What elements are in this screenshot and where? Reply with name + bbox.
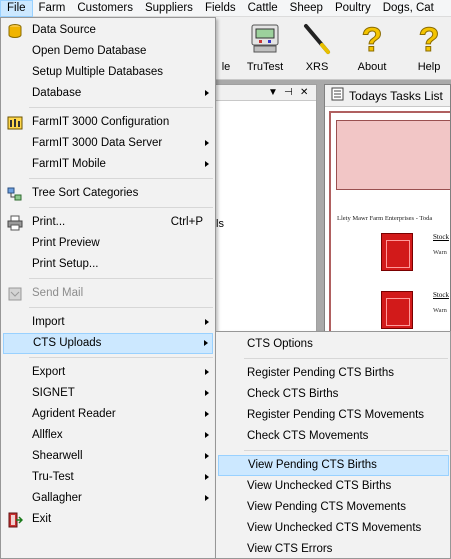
- submenu-item-view-unchecked-births[interactable]: View Unchecked CTS Births: [218, 476, 449, 497]
- menu-item-database[interactable]: Database: [3, 83, 213, 104]
- menu-item-signet[interactable]: SIGNET: [3, 383, 213, 404]
- menu-separator: [29, 278, 213, 279]
- help-button[interactable]: ? Help: [411, 21, 447, 77]
- task-subtext: Warn: [433, 307, 447, 314]
- main-toolbar: le TruTest XRS ? About ? Help: [215, 17, 451, 80]
- cts-uploads-submenu: CTS Options Register Pending CTS Births …: [215, 331, 451, 559]
- menu-farm[interactable]: Farm: [33, 0, 72, 17]
- svg-text:?: ?: [419, 21, 440, 57]
- menu-item-tru-test[interactable]: Tru-Test: [3, 467, 213, 488]
- menu-item-farmit-configuration[interactable]: FarmIT 3000 Configuration: [3, 112, 213, 133]
- menu-sheep[interactable]: Sheep: [284, 0, 329, 17]
- menu-item-send-mail: Send Mail: [3, 283, 213, 304]
- submenu-item-register-pending-births[interactable]: Register Pending CTS Births: [218, 363, 449, 384]
- submenu-arrow-icon: [205, 495, 209, 501]
- farm-name-line: Llety Mawr Farm Enterprises - Toda: [337, 215, 433, 222]
- submenu-item-view-cts-errors[interactable]: View CTS Errors: [218, 539, 449, 559]
- submenu-item-cts-options[interactable]: CTS Options: [218, 334, 449, 355]
- menu-item-data-source[interactable]: Data Source: [3, 20, 213, 41]
- menu-item-print[interactable]: Print... Ctrl+P: [3, 212, 213, 233]
- tasks-banner: [336, 120, 450, 190]
- menu-item-allflex[interactable]: Allflex: [3, 425, 213, 446]
- question-mark-icon: ?: [354, 21, 390, 60]
- menu-bar: File Farm Customers Suppliers Fields Cat…: [0, 0, 451, 17]
- menu-item-open-demo-database[interactable]: Open Demo Database: [3, 41, 213, 62]
- menu-item-import[interactable]: Import: [3, 312, 213, 333]
- menu-customers[interactable]: Customers: [71, 0, 139, 17]
- submenu-item-check-births[interactable]: Check CTS Births: [218, 384, 449, 405]
- menu-separator: [29, 178, 213, 179]
- menu-file[interactable]: File: [0, 0, 33, 17]
- database-icon: [7, 23, 23, 39]
- submenu-arrow-icon: [205, 161, 209, 167]
- svg-text:?: ?: [362, 21, 383, 57]
- menu-item-export[interactable]: Export: [3, 362, 213, 383]
- menu-item-exit[interactable]: Exit: [3, 509, 213, 530]
- menu-item-farmit-data-server[interactable]: FarmIT 3000 Data Server: [3, 133, 213, 154]
- menu-item-tree-sort-categories[interactable]: Tree Sort Categories: [3, 183, 213, 204]
- menu-item-setup-multiple-databases[interactable]: Setup Multiple Databases: [3, 62, 213, 83]
- submenu-arrow-icon: [205, 390, 209, 396]
- submenu-arrow-icon: [205, 474, 209, 480]
- about-button[interactable]: ? About: [353, 21, 391, 77]
- submenu-item-register-pending-movements[interactable]: Register Pending CTS Movements: [218, 405, 449, 426]
- submenu-item-check-movements[interactable]: Check CTS Movements: [218, 426, 449, 447]
- submenu-arrow-icon: [205, 319, 209, 325]
- tasks-list-icon: [331, 87, 344, 104]
- menu-item-farmit-mobile[interactable]: FarmIT Mobile: [3, 154, 213, 175]
- menu-item-print-preview[interactable]: Print Preview: [3, 233, 213, 254]
- menu-separator: [244, 450, 448, 451]
- task-item[interactable]: Stock Warn: [381, 291, 450, 331]
- question-mark-icon: ?: [411, 21, 447, 60]
- close-icon[interactable]: ✕: [300, 86, 308, 99]
- submenu-arrow-icon: [205, 453, 209, 459]
- configuration-icon: [7, 115, 23, 131]
- submenu-arrow-icon: [204, 340, 208, 346]
- panel-header: ▼ ⊣ ✕: [216, 85, 316, 101]
- submenu-arrow-icon: [205, 369, 209, 375]
- menu-separator: [244, 358, 448, 359]
- send-mail-icon: [7, 286, 23, 302]
- menu-fields[interactable]: Fields: [199, 0, 242, 17]
- menu-dogs-cats[interactable]: Dogs, Cat: [377, 0, 440, 17]
- menu-item-agrident-reader[interactable]: Agrident Reader: [3, 404, 213, 425]
- task-subtext: Warn: [433, 249, 447, 256]
- tasks-window-title: Todays Tasks List: [349, 88, 443, 103]
- task-link[interactable]: Stock: [433, 291, 449, 299]
- menu-separator: [29, 357, 213, 358]
- submenu-arrow-icon: [205, 411, 209, 417]
- submenu-item-view-pending-movements[interactable]: View Pending CTS Movements: [218, 497, 449, 518]
- task-link[interactable]: Stock: [433, 233, 449, 241]
- panel-partial-text: ls: [216, 218, 224, 230]
- tasks-window-titlebar: Todays Tasks List: [325, 85, 450, 107]
- submenu-item-view-pending-births[interactable]: View Pending CTS Births: [218, 455, 449, 476]
- menu-item-print-setup[interactable]: Print Setup...: [3, 254, 213, 275]
- tree-sort-icon: [7, 186, 23, 202]
- submenu-arrow-icon: [205, 90, 209, 96]
- menu-suppliers[interactable]: Suppliers: [139, 0, 199, 17]
- pin-icon[interactable]: ⊣: [284, 86, 293, 99]
- submenu-arrow-icon: [205, 432, 209, 438]
- trutest-button[interactable]: TruTest: [242, 21, 288, 77]
- file-menu-dropdown: Data Source Open Demo Database Setup Mul…: [0, 17, 216, 559]
- menu-cattle[interactable]: Cattle: [242, 0, 284, 17]
- xrs-button[interactable]: XRS: [297, 21, 337, 77]
- menu-separator: [29, 207, 213, 208]
- exit-icon: [7, 512, 24, 528]
- xrs-wand-icon: [299, 21, 335, 57]
- stock-book-icon: [381, 233, 413, 271]
- stock-book-icon: [381, 291, 413, 329]
- menu-separator: [29, 107, 213, 108]
- menu-item-cts-uploads[interactable]: CTS Uploads: [3, 333, 213, 354]
- submenu-item-view-unchecked-movements[interactable]: View Unchecked CTS Movements: [218, 518, 449, 539]
- panel-dropdown-icon[interactable]: ▼: [268, 86, 278, 99]
- menu-poultry[interactable]: Poultry: [329, 0, 377, 17]
- submenu-arrow-icon: [205, 140, 209, 146]
- menu-item-shearwell[interactable]: Shearwell: [3, 446, 213, 467]
- task-item[interactable]: Stock Warn: [381, 233, 450, 273]
- trutest-scale-icon: [247, 21, 283, 57]
- printer-icon: [7, 215, 23, 231]
- menu-separator: [29, 307, 213, 308]
- menu-item-gallagher[interactable]: Gallagher: [3, 488, 213, 509]
